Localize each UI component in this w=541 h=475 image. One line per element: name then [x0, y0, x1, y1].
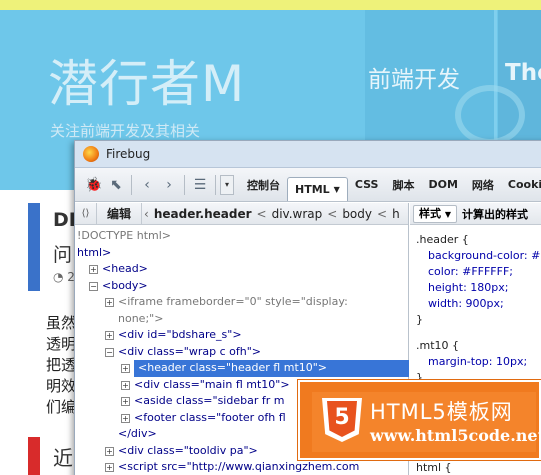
- tab-style[interactable]: 样式 ▼: [413, 204, 457, 223]
- article-text-line: 把透: [46, 356, 77, 374]
- toolbar-divider: [215, 174, 216, 195]
- css-property[interactable]: height: 180px;: [416, 280, 541, 296]
- css-selector[interactable]: .mt10 {: [416, 338, 541, 354]
- expand-icon[interactable]: +: [121, 380, 130, 390]
- tab-css[interactable]: CSS: [348, 174, 386, 195]
- toolbar-divider: [184, 174, 185, 195]
- expand-icon[interactable]: +: [105, 298, 114, 307]
- dom-node[interactable]: <head>: [102, 261, 148, 278]
- tab-cookies[interactable]: Cooki: [501, 174, 541, 195]
- firebug-logo-icon: [83, 146, 99, 162]
- breadcrumb-item[interactable]: h: [389, 207, 403, 221]
- firebug-menu-icon[interactable]: 🐞: [83, 175, 105, 195]
- breadcrumb-item[interactable]: div.wrap: [269, 207, 326, 221]
- dom-node-selected[interactable]: <header class="header fl mt10">: [134, 360, 409, 377]
- dom-node[interactable]: none;">: [118, 311, 163, 328]
- header-decoration: [455, 85, 525, 145]
- expand-icon[interactable]: +: [89, 265, 98, 274]
- breadcrumb-item[interactable]: header.header: [151, 207, 255, 221]
- dom-node[interactable]: <iframe frameborder="0" style="display:: [118, 294, 348, 311]
- site-top-strip: [0, 0, 541, 10]
- breadcrumb-item[interactable]: body: [339, 207, 375, 221]
- article-time: ◔ 2: [53, 270, 75, 284]
- tab-script[interactable]: 脚本: [385, 173, 421, 197]
- collapse-icon[interactable]: −: [89, 281, 98, 291]
- toolbar-divider: [131, 174, 132, 195]
- expand-icon[interactable]: +: [105, 331, 114, 340]
- css-spacer: [416, 328, 541, 338]
- dom-node[interactable]: <div id="bdshare_s">: [118, 327, 242, 344]
- site-logo[interactable]: 潜行者M: [48, 44, 245, 116]
- dom-node[interactable]: <div class="tooldiv pa">: [118, 443, 258, 460]
- dom-node[interactable]: <script src="http://www.qianxingzhem.com: [118, 459, 359, 475]
- breadcrumb: ⟨⟩ 编辑 ‹ header.header < div.wrap < body …: [75, 203, 408, 225]
- screenshot: 潜行者M 关注前端开发及其相关 前端开发 The DD 问 ◔ 2 虽然 透明 …: [0, 0, 541, 475]
- style-tabs: 样式 ▼ 计算出的样式: [410, 203, 541, 225]
- dom-node[interactable]: </div>: [118, 426, 157, 443]
- css-property[interactable]: width: 900px;: [416, 296, 541, 312]
- css-property[interactable]: background-color: #1: [416, 248, 541, 264]
- nav-item-the[interactable]: The: [505, 60, 541, 86]
- panel-dropdown[interactable]: ▾: [220, 174, 234, 195]
- expand-icon[interactable]: +: [121, 397, 130, 406]
- chevron-down-icon: ▼: [444, 209, 451, 219]
- watermark-inner: 5 HTML5模板网 www.html5code.net: [312, 392, 541, 452]
- edit-button[interactable]: 编辑: [97, 203, 143, 224]
- dom-node[interactable]: html>: [77, 245, 111, 262]
- nav-item-frontend[interactable]: 前端开发: [368, 60, 460, 94]
- collapse-icon[interactable]: −: [105, 347, 114, 357]
- dom-node[interactable]: <body>: [102, 278, 148, 295]
- dom-node[interactable]: <div class="wrap c ofh">: [118, 344, 261, 361]
- recent-accent-bar: [28, 437, 40, 475]
- breadcrumb-separator: <: [256, 206, 267, 221]
- recent-heading: 近: [53, 446, 73, 470]
- expand-icon[interactable]: +: [105, 463, 114, 472]
- list-icon[interactable]: ☰: [189, 175, 211, 195]
- tab-style-label: 样式: [419, 206, 441, 220]
- dom-node[interactable]: <aside class="sidebar fr m: [134, 393, 284, 410]
- watermark-url: www.html5code.net: [370, 426, 541, 445]
- expand-icon[interactable]: +: [121, 364, 130, 373]
- css-selector[interactable]: html {: [416, 460, 541, 475]
- collapse-icon[interactable]: ⟨⟩: [75, 203, 97, 224]
- firebug-title: Firebug: [106, 147, 151, 161]
- expand-icon[interactable]: +: [105, 446, 114, 456]
- scroll-left-icon[interactable]: ‹: [142, 207, 151, 221]
- article-text-line: 虽然: [46, 314, 77, 332]
- firebug-toolbar: 🐞 ⬉ ‹ › ☰ ▾ 控制台 HTML ▼ CSS 脚本 DOM 网络 Cook…: [75, 168, 541, 202]
- tab-console[interactable]: 控制台: [240, 173, 287, 197]
- breadcrumb-separator: <: [377, 206, 388, 221]
- tab-dom[interactable]: DOM: [421, 174, 464, 195]
- watermark-title: HTML5模板网: [370, 400, 513, 424]
- watermark-logo: 5 HTML5模板网 www.html5code.net: [298, 380, 541, 460]
- inspect-icon[interactable]: ⬉: [105, 175, 127, 195]
- forward-icon[interactable]: ›: [158, 175, 180, 195]
- chevron-down-icon: ▼: [333, 184, 340, 194]
- tab-html-label: HTML: [295, 182, 330, 196]
- css-selector[interactable]: .header {: [416, 232, 541, 248]
- css-property[interactable]: margin-top: 10px;: [416, 354, 541, 370]
- dom-node[interactable]: <footer class="footer ofh fl: [134, 410, 286, 427]
- article-text-line: 们编: [46, 398, 77, 416]
- tab-html[interactable]: HTML ▼: [287, 176, 348, 201]
- article-accent-bar: [28, 203, 40, 291]
- css-rule-end: }: [416, 313, 423, 326]
- dom-node[interactable]: <div class="main fl mt10">: [134, 377, 290, 394]
- back-icon[interactable]: ‹: [136, 175, 158, 195]
- expand-icon[interactable]: +: [121, 413, 130, 423]
- dom-node[interactable]: !DOCTYPE html>: [77, 228, 171, 245]
- article-subtitle: 问: [53, 244, 73, 266]
- article-text-line: 明效: [46, 377, 77, 395]
- article-text-line: 透明: [46, 335, 77, 353]
- breadcrumb-separator: <: [327, 206, 338, 221]
- css-property[interactable]: color: #FFFFFF;: [416, 264, 541, 280]
- firebug-titlebar[interactable]: Firebug: [75, 141, 541, 168]
- tab-computed[interactable]: 计算出的样式: [457, 206, 533, 222]
- site-slogan: 关注前端开发及其相关: [50, 122, 201, 140]
- tab-net[interactable]: 网络: [465, 173, 501, 197]
